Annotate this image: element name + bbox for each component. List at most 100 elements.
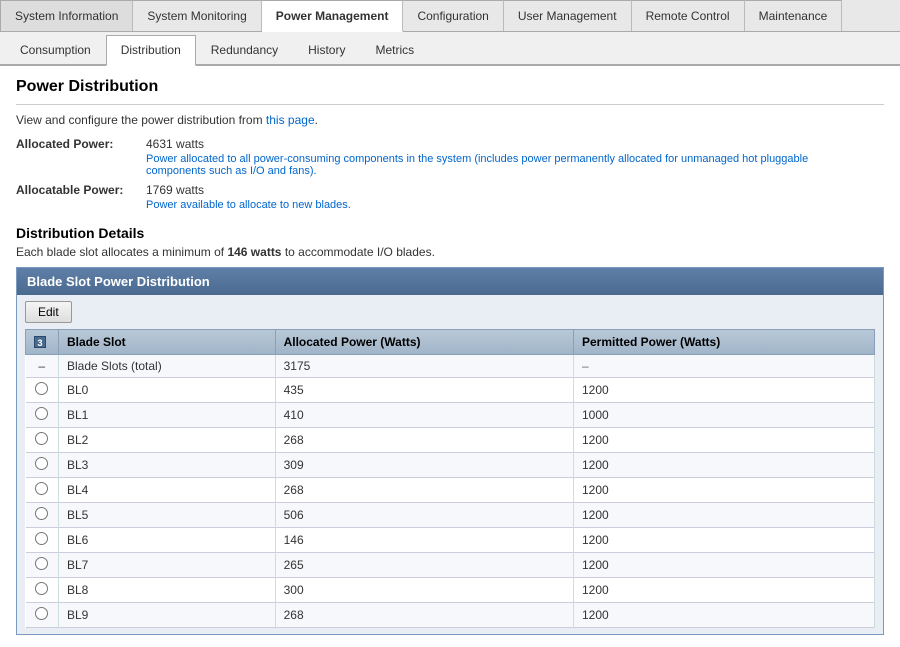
- allocated-power-cell: 268: [275, 428, 573, 453]
- row-radio-input[interactable]: [35, 507, 48, 520]
- main-content: Power Distribution View and configure th…: [0, 66, 900, 647]
- details-min-watts: 146 watts: [227, 245, 281, 259]
- row-selector-cell: [26, 453, 59, 478]
- nav-remote-control[interactable]: Remote Control: [632, 0, 745, 31]
- row-selector-cell: –: [26, 355, 59, 378]
- permitted-power-cell: 1200: [573, 428, 874, 453]
- panel-body: Edit 3 Blade Slot Allocated Power (Watts…: [17, 295, 883, 634]
- tab-redundancy[interactable]: Redundancy: [196, 35, 293, 64]
- col-blade-slot[interactable]: Blade Slot: [59, 330, 276, 355]
- row-selector-cell: [26, 378, 59, 403]
- allocatable-power-row: Allocatable Power: 1769 watts Power avai…: [16, 183, 884, 211]
- table-row: BL04351200: [26, 378, 875, 403]
- blade-slot-cell: BL5: [59, 503, 276, 528]
- blade-slot-cell: BL9: [59, 603, 276, 628]
- top-navigation: System Information System Monitoring Pow…: [0, 0, 900, 32]
- allocated-power-cell: 309: [275, 453, 573, 478]
- row-radio-input[interactable]: [35, 532, 48, 545]
- tab-history[interactable]: History: [293, 35, 360, 64]
- permitted-power-cell: –: [573, 355, 874, 378]
- sort-icon: 3: [34, 336, 46, 348]
- row-radio-input[interactable]: [35, 482, 48, 495]
- allocated-power-cell: 435: [275, 378, 573, 403]
- allocatable-power-label: Allocatable Power:: [16, 183, 146, 197]
- page-desc-period: .: [315, 113, 318, 127]
- table-body: –Blade Slots (total)3175–BL04351200BL141…: [26, 355, 875, 628]
- tab-consumption[interactable]: Consumption: [5, 35, 106, 64]
- permitted-power-cell: 1200: [573, 503, 874, 528]
- nav-system-information[interactable]: System Information: [0, 0, 133, 31]
- blade-slot-panel: Blade Slot Power Distribution Edit 3 Bla…: [16, 267, 884, 635]
- table-row: BL14101000: [26, 403, 875, 428]
- table-header-row: 3 Blade Slot Allocated Power (Watts) Per…: [26, 330, 875, 355]
- allocated-power-value: 4631 watts: [146, 137, 884, 151]
- blade-slot-cell: BL6: [59, 528, 276, 553]
- nav-power-management[interactable]: Power Management: [262, 0, 404, 32]
- distribution-details-title: Distribution Details: [16, 225, 884, 241]
- row-radio-input[interactable]: [35, 607, 48, 620]
- table-row: BL55061200: [26, 503, 875, 528]
- blade-slot-cell: BL2: [59, 428, 276, 453]
- blade-slot-cell: BL3: [59, 453, 276, 478]
- row-radio-input[interactable]: [35, 582, 48, 595]
- blade-slot-cell: Blade Slots (total): [59, 355, 276, 378]
- power-info-section: Allocated Power: 4631 watts Power alloca…: [16, 137, 884, 211]
- row-selector-cell: [26, 478, 59, 503]
- nav-configuration[interactable]: Configuration: [403, 0, 503, 31]
- row-radio-input[interactable]: [35, 432, 48, 445]
- page-desc-link[interactable]: this page: [266, 113, 315, 127]
- row-radio-input[interactable]: [35, 557, 48, 570]
- allocated-power-cell: 268: [275, 603, 573, 628]
- sub-navigation: Consumption Distribution Redundancy Hist…: [0, 32, 900, 66]
- row-radio-input[interactable]: [35, 407, 48, 420]
- table-row: BL42681200: [26, 478, 875, 503]
- blade-slot-cell: BL0: [59, 378, 276, 403]
- title-divider: [16, 104, 884, 105]
- page-desc-text: View and configure the power distributio…: [16, 113, 266, 127]
- allocatable-power-note: Power available to allocate to new blade…: [146, 199, 846, 211]
- permitted-power-cell: 1000: [573, 403, 874, 428]
- blade-slot-cell: BL1: [59, 403, 276, 428]
- row-radio-input[interactable]: [35, 382, 48, 395]
- row-radio-input[interactable]: [35, 457, 48, 470]
- permitted-power-cell: 1200: [573, 528, 874, 553]
- table-row: BL83001200: [26, 578, 875, 603]
- permitted-power-cell: 1200: [573, 603, 874, 628]
- edit-button[interactable]: Edit: [25, 301, 72, 323]
- table-row: BL72651200: [26, 553, 875, 578]
- allocated-power-cell: 506: [275, 503, 573, 528]
- row-selector-cell: [26, 403, 59, 428]
- col-allocated-power[interactable]: Allocated Power (Watts): [275, 330, 573, 355]
- allocated-power-cell: 3175: [275, 355, 573, 378]
- allocated-power-value-area: 4631 watts Power allocated to all power-…: [146, 137, 884, 177]
- allocated-power-label: Allocated Power:: [16, 137, 146, 151]
- col-permitted-power[interactable]: Permitted Power (Watts): [573, 330, 874, 355]
- allocated-power-cell: 410: [275, 403, 573, 428]
- permitted-power-cell: 1200: [573, 578, 874, 603]
- page-title: Power Distribution: [16, 78, 884, 96]
- permitted-power-cell: 1200: [573, 553, 874, 578]
- nav-maintenance[interactable]: Maintenance: [745, 0, 843, 31]
- tab-distribution[interactable]: Distribution: [106, 35, 196, 66]
- col-selector: 3: [26, 330, 59, 355]
- nav-system-monitoring[interactable]: System Monitoring: [133, 0, 261, 31]
- allocatable-power-value: 1769 watts: [146, 183, 884, 197]
- table-header: 3 Blade Slot Allocated Power (Watts) Per…: [26, 330, 875, 355]
- permitted-power-cell: 1200: [573, 453, 874, 478]
- table-row: BL92681200: [26, 603, 875, 628]
- tab-metrics[interactable]: Metrics: [360, 35, 429, 64]
- allocated-power-cell: 265: [275, 553, 573, 578]
- row-selector-cell: [26, 553, 59, 578]
- table-row: BL61461200: [26, 528, 875, 553]
- table-row: BL22681200: [26, 428, 875, 453]
- details-desc-part2: to accommodate I/O blades.: [285, 245, 435, 259]
- permitted-power-cell: 1200: [573, 478, 874, 503]
- details-desc-part1: Each blade slot allocates a minimum of: [16, 245, 224, 259]
- nav-user-management[interactable]: User Management: [504, 0, 632, 31]
- permitted-power-cell: 1200: [573, 378, 874, 403]
- table-row: –Blade Slots (total)3175–: [26, 355, 875, 378]
- row-selector-cell: [26, 428, 59, 453]
- page-description: View and configure the power distributio…: [16, 113, 884, 127]
- table-row: BL33091200: [26, 453, 875, 478]
- row-selector-cell: [26, 528, 59, 553]
